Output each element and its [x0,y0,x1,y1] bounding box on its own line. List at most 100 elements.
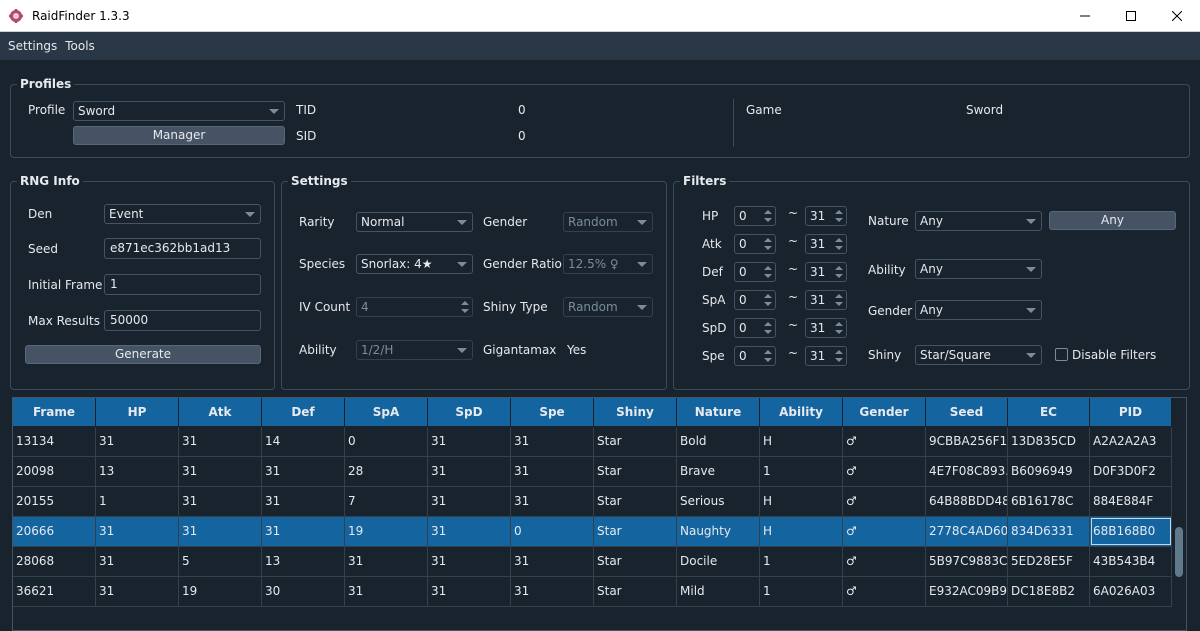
table-row[interactable]: 2066631313119310StarNaughtyH♂2778C4AD60.… [13,517,1172,547]
iv-spe-max[interactable]: 31 [805,346,847,366]
cell-spd[interactable]: 31 [428,487,511,516]
species-select[interactable]: Snorlax: 4★ [356,254,473,274]
cell-spa[interactable]: 31 [345,547,428,576]
col-atk[interactable]: Atk [179,398,262,426]
cell-atk[interactable]: 31 [179,487,262,516]
iv-spa-max[interactable]: 31 [805,290,847,310]
cell-hp[interactable]: 13 [96,457,179,486]
col-seed[interactable]: Seed [926,398,1008,426]
col-ec[interactable]: EC [1008,398,1090,426]
cell-def[interactable]: 30 [262,577,345,606]
cell-ability[interactable]: H [760,427,843,456]
shiny-filter-select[interactable]: Star/Square [915,345,1042,365]
scrollbar-thumb[interactable] [1175,527,1183,577]
cell-ability[interactable]: 1 [760,577,843,606]
col-frame[interactable]: Frame [13,398,96,426]
den-select[interactable]: Event [104,204,261,224]
cell-ability[interactable]: 1 [760,547,843,576]
cell-shiny[interactable]: Star [594,487,677,516]
iv-hp-max[interactable]: 31 [805,206,847,226]
cell-ec[interactable]: 5ED28E5F [1008,547,1090,576]
cell-frame[interactable]: 36621 [13,577,96,606]
cell-ability[interactable]: H [760,517,843,546]
cell-def[interactable]: 14 [262,427,345,456]
table-row[interactable]: 36621311930313131StarMild1♂E932AC09B9...… [13,577,1172,607]
cell-gender[interactable]: ♂ [843,577,926,606]
menu-tools[interactable]: Tools [61,39,99,53]
cell-frame[interactable]: 20155 [13,487,96,516]
cell-spa[interactable]: 31 [345,577,428,606]
col-spa[interactable]: SpA [345,398,428,426]
cell-spd[interactable]: 31 [428,547,511,576]
iv-count-spinbox[interactable]: 4 [356,297,473,317]
iv-spd-min[interactable]: 0 [734,318,776,338]
cell-seed[interactable]: 2778C4AD60... [926,517,1008,546]
cell-frame[interactable]: 13134 [13,427,96,456]
cell-frame[interactable]: 20666 [13,517,96,546]
cell-pid[interactable]: A2A2A2A3 [1090,427,1172,456]
cell-frame[interactable]: 20098 [13,457,96,486]
generate-button[interactable]: Generate [25,345,261,364]
cell-def[interactable]: 13 [262,547,345,576]
cell-gender[interactable]: ♂ [843,517,926,546]
iv-spe-min[interactable]: 0 [734,346,776,366]
cell-spd[interactable]: 31 [428,517,511,546]
cell-seed[interactable]: 9CBBA256F1... [926,427,1008,456]
nature-filter-select[interactable]: Any [915,211,1042,231]
cell-ec[interactable]: DC18E8B2 [1008,577,1090,606]
cell-gender[interactable]: ♂ [843,427,926,456]
cell-hp[interactable]: 31 [96,577,179,606]
cell-pid[interactable]: 884E884F [1090,487,1172,516]
cell-ability[interactable]: 1 [760,457,843,486]
gender-filter-select[interactable]: Any [915,300,1042,320]
cell-spa[interactable]: 19 [345,517,428,546]
col-ability[interactable]: Ability [760,398,843,426]
cell-hp[interactable]: 31 [96,427,179,456]
table-row[interactable]: 2806831513313131StarDocile1♂5B97C9883C..… [13,547,1172,577]
cell-atk[interactable]: 31 [179,517,262,546]
nature-any-button[interactable]: Any [1049,211,1176,230]
cell-spa[interactable]: 28 [345,457,428,486]
maximize-button[interactable] [1108,0,1154,32]
cell-spe[interactable]: 31 [511,547,594,576]
cell-seed[interactable]: E932AC09B9... [926,577,1008,606]
col-shiny[interactable]: Shiny [594,398,677,426]
results-table[interactable]: Frame HP Atk Def SpA SpD Spe Shiny Natur… [12,397,1187,631]
table-row[interactable]: 1313431311403131StarBoldH♂9CBBA256F1...1… [13,427,1172,457]
cell-pid[interactable]: 6A026A03 [1090,577,1172,606]
rarity-select[interactable]: Normal [356,212,473,232]
cell-gender[interactable]: ♂ [843,487,926,516]
col-gender[interactable]: Gender [843,398,926,426]
cell-seed[interactable]: 64B88BDD48... [926,487,1008,516]
cell-ec[interactable]: 834D6331 [1008,517,1090,546]
cell-def[interactable]: 31 [262,487,345,516]
cell-ec[interactable]: 6B16178C [1008,487,1090,516]
table-scrollbar[interactable] [1172,427,1186,630]
cell-shiny[interactable]: Star [594,517,677,546]
col-hp[interactable]: HP [96,398,179,426]
seed-input[interactable]: e871ec362bb1ad13 [104,238,261,259]
cell-nature[interactable]: Brave [677,457,760,486]
cell-spd[interactable]: 31 [428,427,511,456]
cell-spe[interactable]: 31 [511,427,594,456]
cell-shiny[interactable]: Star [594,547,677,576]
iv-spd-max[interactable]: 31 [805,318,847,338]
table-row[interactable]: 20098 13 31 31 28 31 31 Star Brave 1 ♂ 4E7F08C893..… [13,457,1172,487]
cell-pid[interactable]: 43B543B4 [1090,547,1172,576]
cell-shiny[interactable]: Star [594,427,677,456]
cell-ec[interactable]: B6096949 [1008,457,1090,486]
cell-spe[interactable]: 0 [511,517,594,546]
iv-hp-min[interactable]: 0 [734,206,776,226]
gender-select[interactable]: Random [563,212,653,232]
manager-button[interactable]: Manager [73,126,285,145]
cell-spd[interactable]: 31 [428,457,511,486]
cell-ability[interactable]: H [760,487,843,516]
cell-nature[interactable]: Docile [677,547,760,576]
menu-settings[interactable]: Settings [4,39,61,53]
close-button[interactable] [1154,0,1200,32]
cell-seed[interactable]: 5B97C9883C... [926,547,1008,576]
initial-frame-input[interactable]: 1 [104,274,261,295]
cell-seed[interactable]: 4E7F08C893... [926,457,1008,486]
cell-spa[interactable]: 7 [345,487,428,516]
iv-atk-max[interactable]: 31 [805,234,847,254]
